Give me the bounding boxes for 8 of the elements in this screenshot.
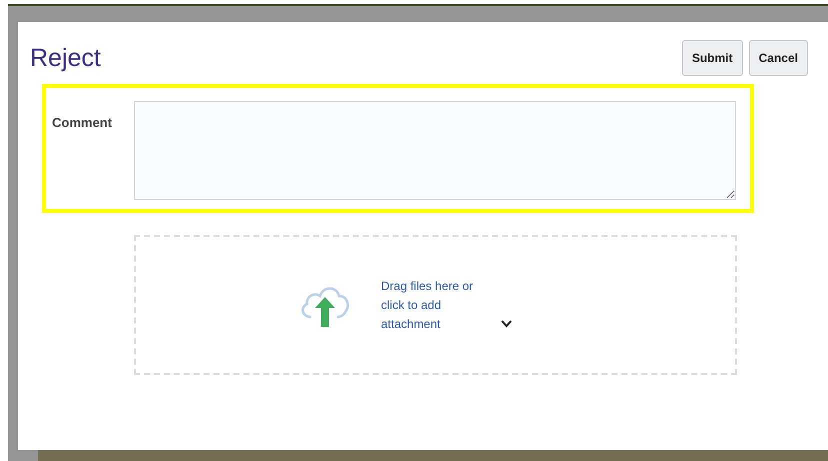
chevron-down-icon[interactable]	[501, 320, 512, 328]
cancel-button[interactable]: Cancel	[748, 40, 808, 76]
add-attachment-link[interactable]: Drag files here or click to add attachment	[381, 276, 493, 334]
attachment-dropzone[interactable]: Drag files here or click to add attachment	[134, 235, 737, 375]
submit-button[interactable]: Submit	[682, 40, 743, 76]
dialog-title: Reject	[30, 44, 101, 72]
comment-field[interactable]	[134, 101, 736, 200]
comment-label: Comment	[52, 114, 113, 132]
